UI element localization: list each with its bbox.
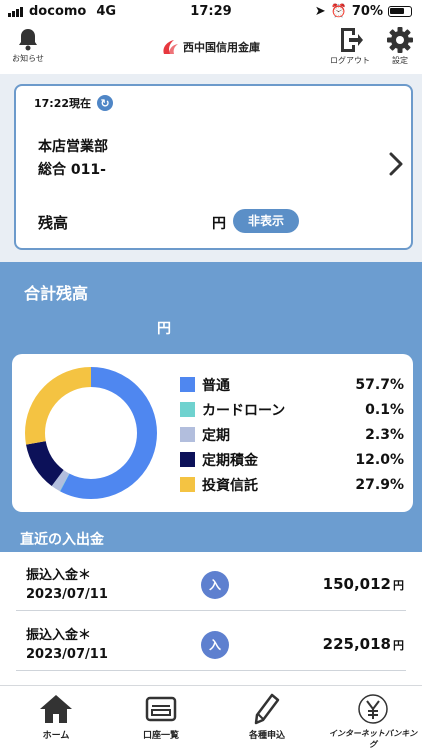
donut-chart <box>25 367 157 499</box>
logo-mark-icon <box>163 40 178 54</box>
logo-text: 西中国信用金庫 <box>183 41 260 54</box>
bankbook-icon <box>145 696 177 722</box>
legend-label: カードローン <box>202 402 286 419</box>
transaction-date: 2023/07/11 <box>26 647 108 662</box>
legend-swatch <box>180 452 195 467</box>
as-of-text: 17:22現在 <box>34 97 92 110</box>
amount-unit: 円 <box>393 579 404 592</box>
transaction-row[interactable]: 振込入金＊ 2023/07/11 入 150,012 円 <box>16 554 406 611</box>
recent-transactions-title: 直近の入出金 <box>0 524 422 552</box>
nav-applications[interactable]: 各種申込 <box>222 692 312 741</box>
legend-percent: 2.3% <box>365 426 404 443</box>
allocation-card: 普通 57.7% カードローン 0.1% 定期 2.3% 定期積金 12.0% 投資信託 27.9… <box>12 354 413 512</box>
transaction-row[interactable]: 振込入金＊ 2023/07/11 入 225,018 円 <box>16 614 406 671</box>
amount-unit: 円 <box>393 639 404 652</box>
chart-legend: 普通 57.7% カードローン 0.1% 定期 2.3% 定期積金 12.0% 投資信託 27.9… <box>180 372 404 497</box>
legend-percent: 57.7% <box>355 376 404 393</box>
chevron-right-icon[interactable] <box>389 152 403 176</box>
yen-coin-icon <box>358 694 388 724</box>
account-card[interactable]: 17:22現在 ↻ 本店営業部 総合 011- 残高 円 非表示 <box>14 84 413 250</box>
balance-label: 残高 <box>38 214 69 232</box>
nav-home-label: ホーム <box>42 731 70 741</box>
amount-value: 150,012 <box>322 575 391 593</box>
legend-row: 普通 57.7% <box>180 372 404 397</box>
battery-percent: 70% <box>351 4 383 19</box>
transaction-amount: 225,018 円 <box>323 635 404 653</box>
legend-row: 定期積金 12.0% <box>180 447 404 472</box>
balance-currency: 円 <box>212 216 226 232</box>
as-of-time: 17:22現在 ↻ <box>34 95 114 111</box>
transaction-amount: 150,012 円 <box>323 575 404 593</box>
status-bar: docomo 4G 17:29 ➤ ⏰ 70% <box>0 0 422 24</box>
location-icon: ➤ <box>314 4 326 19</box>
legend-label: 定期 <box>202 427 230 444</box>
logout-label: ログアウト <box>330 56 370 65</box>
transaction-date: 2023/07/11 <box>26 587 108 602</box>
bottom-nav: ホーム 口座一覧 各種申込 インターネットバンキング <box>0 685 422 750</box>
nav-applications-label: 各種申込 <box>248 731 285 741</box>
refresh-icon[interactable]: ↻ <box>97 95 114 111</box>
home-icon <box>40 695 72 723</box>
legend-row: 投資信託 27.9% <box>180 472 404 497</box>
nav-accounts[interactable]: 口座一覧 <box>116 692 206 741</box>
settings-button[interactable]: 設定 <box>382 26 418 66</box>
recent-transactions-list: 振込入金＊ 2023/07/11 入 150,012 円 振込入金＊ 2023/0… <box>0 552 422 685</box>
logout-icon <box>341 28 363 52</box>
legend-percent: 27.9% <box>355 476 404 493</box>
nav-internet-banking[interactable]: インターネットバンキング <box>328 692 418 750</box>
alarm-icon: ⏰ <box>330 4 347 19</box>
legend-row: 定期 2.3% <box>180 422 404 447</box>
total-balance-section: 合計残高 円 普通 57.7% カードローン 0.1% 定期 2.3% 定期積金 12.0% 投… <box>0 262 422 524</box>
legend-swatch <box>180 477 195 492</box>
nav-accounts-label: 口座一覧 <box>142 731 179 741</box>
branch-name: 本店営業部 <box>38 139 108 155</box>
legend-swatch <box>180 377 195 392</box>
bell-icon <box>19 29 37 51</box>
app-header: お知らせ 西中国信用金庫 ログアウト 設定 <box>0 24 422 74</box>
legend-swatch <box>180 402 195 417</box>
gear-icon <box>387 27 413 53</box>
total-title: 合計残高 <box>24 284 89 303</box>
hide-balance-button[interactable]: 非表示 <box>233 209 299 233</box>
pencil-icon <box>254 693 280 725</box>
legend-row: カードローン 0.1% <box>180 397 404 422</box>
bank-logo: 西中国信用金庫 <box>160 38 260 56</box>
legend-percent: 12.0% <box>355 451 404 468</box>
legend-label: 定期積金 <box>202 452 258 469</box>
logout-button[interactable]: ログアウト <box>326 26 374 66</box>
legend-swatch <box>180 427 195 442</box>
notice-label: お知らせ <box>12 54 44 63</box>
nav-home[interactable]: ホーム <box>11 692 101 741</box>
notice-button[interactable]: お知らせ <box>8 26 48 64</box>
deposit-badge: 入 <box>201 631 229 659</box>
legend-label: 投資信託 <box>202 477 258 494</box>
nav-internet-banking-label: インターネットバンキング <box>328 729 418 749</box>
transaction-label: 振込入金＊ <box>26 568 92 583</box>
total-currency: 円 <box>157 321 171 337</box>
battery-icon <box>388 6 412 17</box>
account-number: 総合 011- <box>38 162 106 178</box>
transaction-label: 振込入金＊ <box>26 628 92 643</box>
settings-label: 設定 <box>392 56 408 65</box>
legend-label: 普通 <box>202 377 230 394</box>
legend-percent: 0.1% <box>365 401 404 418</box>
amount-value: 225,018 <box>322 635 391 653</box>
deposit-badge: 入 <box>201 571 229 599</box>
